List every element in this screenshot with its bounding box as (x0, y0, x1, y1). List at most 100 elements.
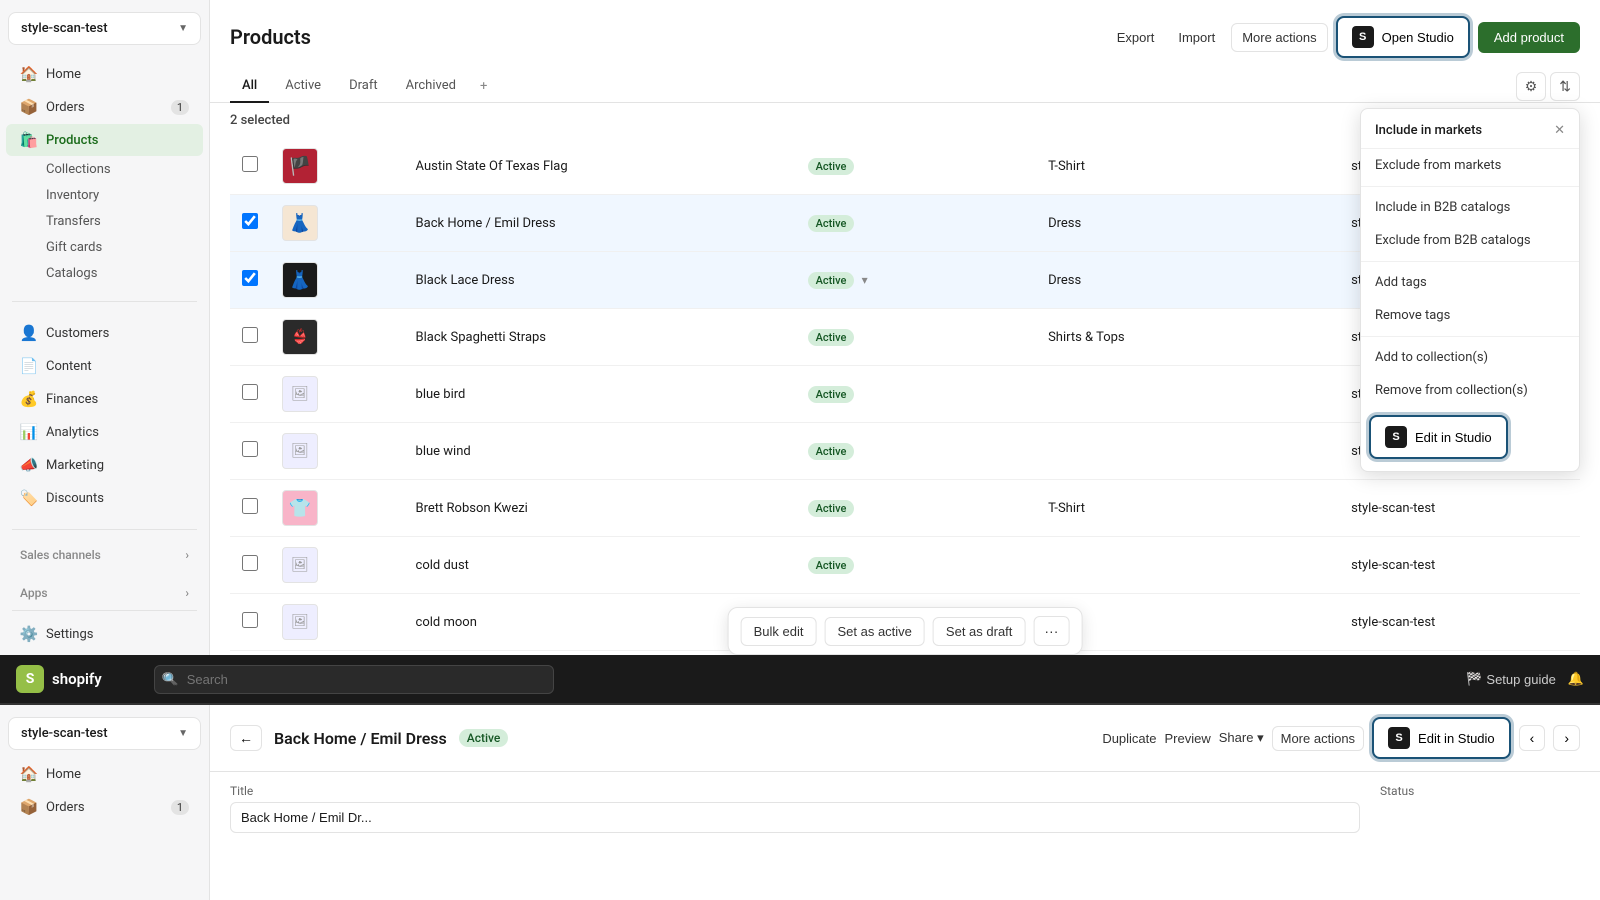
status-dropdown-arrow[interactable]: ▾ (862, 273, 868, 287)
bulk-more-button[interactable]: ··· (1033, 616, 1069, 646)
product-image: 👗 (282, 262, 318, 298)
product-name[interactable]: blue wind (416, 444, 471, 459)
open-studio-button[interactable]: S Open Studio (1336, 16, 1470, 58)
edit-in-studio-button[interactable]: S Edit in Studio (1369, 415, 1508, 459)
set-draft-button[interactable]: Set as draft (933, 617, 1025, 646)
add-tab-button[interactable]: + (472, 71, 495, 102)
sidebar-item-settings[interactable]: ⚙️ Settings (6, 618, 203, 650)
more-actions-button[interactable]: More actions (1231, 23, 1327, 52)
prev-product-button[interactable]: ‹ (1519, 725, 1546, 751)
dropdown-item-remove-collection[interactable]: Remove from collection(s) (1361, 374, 1579, 407)
dropdown-item-include-b2b[interactable]: Include in B2B catalogs (1361, 191, 1579, 224)
product-name[interactable]: Austin State Of Texas Flag (416, 159, 568, 174)
title-input[interactable] (230, 802, 1360, 833)
import-button[interactable]: Import (1170, 24, 1223, 51)
sidebar-item-transfers[interactable]: Transfers (6, 209, 203, 234)
back-button[interactable]: ← (230, 725, 262, 751)
notifications-button[interactable]: 🔔 (1568, 671, 1584, 687)
add-product-button[interactable]: Add product (1478, 22, 1580, 53)
dropdown-item-add-collection[interactable]: Add to collection(s) (1361, 341, 1579, 374)
store-selector-bottom[interactable]: style-scan-test ▼ (8, 717, 201, 750)
row-checkbox[interactable] (242, 555, 258, 571)
store-selector[interactable]: style-scan-test ▼ (8, 12, 201, 45)
sidebar-item-customers[interactable]: 👤 Customers (6, 317, 203, 349)
row-checkbox[interactable] (242, 213, 258, 229)
chevron-down-icon: ▾ (1257, 730, 1264, 745)
title-label: Title (230, 784, 1360, 798)
product-name[interactable]: Brett Robson Kwezi (416, 501, 528, 516)
sidebar-item-orders[interactable]: 📦 Orders 1 (6, 91, 203, 123)
studio-icon: S (1388, 727, 1410, 749)
product-name[interactable]: cold dust (416, 558, 469, 573)
more-actions-detail-button[interactable]: More actions (1272, 726, 1364, 751)
catalogs-label: Catalogs (46, 266, 97, 281)
tab-archived[interactable]: Archived (394, 70, 468, 103)
dropdown-divider (1361, 336, 1579, 337)
dropdown-item-exclude-markets[interactable]: Exclude from markets (1361, 149, 1579, 182)
tab-draft[interactable]: Draft (337, 70, 390, 103)
product-name[interactable]: Black Spaghetti Straps (416, 330, 547, 345)
sidebar-item-collections[interactable]: Collections (6, 157, 203, 182)
product-name[interactable]: Back Home / Emil Dress (416, 216, 556, 231)
sidebar: style-scan-test ▼ 🏠 Home 📦 Orders 1 🛍️ P… (0, 0, 210, 655)
sort-button[interactable]: ⇅ (1550, 72, 1580, 101)
secondary-nav: 👤 Customers 📄 Content 💰 Finances 📊 Analy… (0, 308, 209, 523)
sidebar-item-inventory[interactable]: Inventory (6, 183, 203, 208)
set-active-button[interactable]: Set as active (824, 617, 924, 646)
dropdown-item-remove-tags[interactable]: Remove tags (1361, 299, 1579, 332)
product-name[interactable]: blue bird (416, 387, 466, 402)
gift-cards-label: Gift cards (46, 240, 102, 255)
discounts-icon: 🏷️ (20, 489, 38, 507)
next-product-button[interactable]: › (1553, 725, 1580, 751)
product-image: 🏴 (282, 148, 318, 184)
studio-icon: S (1385, 426, 1407, 448)
sidebar-item-home[interactable]: 🏠 Home (6, 58, 203, 90)
bulk-edit-button[interactable]: Bulk edit (741, 617, 817, 646)
sidebar-item-label: Orders (46, 800, 85, 815)
row-checkbox[interactable] (242, 384, 258, 400)
sidebar-item-label: Orders (46, 100, 85, 115)
bottom-sidebar-orders[interactable]: 📦 Orders 1 (6, 791, 203, 823)
row-checkbox[interactable] (242, 441, 258, 457)
apps-label[interactable]: Apps › (6, 578, 203, 604)
product-name[interactable]: Black Lace Dress (416, 273, 515, 288)
row-checkbox[interactable] (242, 270, 258, 286)
sidebar-item-finances[interactable]: 💰 Finances (6, 383, 203, 415)
sidebar-item-products[interactable]: 🛍️ Products (6, 124, 203, 156)
row-checkbox[interactable] (242, 156, 258, 172)
filter-button[interactable]: ⚙ (1516, 72, 1547, 101)
dropdown-item-exclude-b2b[interactable]: Exclude from B2B catalogs (1361, 224, 1579, 257)
search-icon: 🔍 (164, 672, 179, 686)
setup-guide-button[interactable]: 🏁 Setup guide (1466, 671, 1556, 687)
shopify-actions: 🏁 Setup guide 🔔 (1466, 671, 1584, 687)
sidebar-item-gift-cards[interactable]: Gift cards (6, 235, 203, 260)
status-badge: Active (808, 215, 855, 232)
row-checkbox[interactable] (242, 327, 258, 343)
bottom-sidebar-home[interactable]: 🏠 Home (6, 758, 203, 790)
export-button[interactable]: Export (1109, 24, 1163, 51)
product-name[interactable]: cold moon (416, 615, 477, 630)
table-row: 🖼 cold dust Active style-scan-test (230, 537, 1580, 594)
tab-active[interactable]: Active (273, 70, 333, 103)
shopify-search-wrapper: 🔍 (154, 665, 554, 694)
dropdown-item-add-tags[interactable]: Add tags (1361, 266, 1579, 299)
tab-all[interactable]: All (230, 70, 269, 103)
product-image: 🖼 (282, 376, 318, 412)
vendor: style-scan-test (1351, 558, 1435, 573)
row-checkbox[interactable] (242, 612, 258, 628)
close-icon[interactable]: ✕ (1554, 123, 1565, 138)
sidebar-item-catalogs[interactable]: Catalogs (6, 261, 203, 286)
sidebar-item-analytics[interactable]: 📊 Analytics (6, 416, 203, 448)
sales-channels-label[interactable]: Sales channels › (6, 540, 203, 566)
sidebar-item-discounts[interactable]: 🏷️ Discounts (6, 482, 203, 514)
share-button[interactable]: Share ▾ (1219, 730, 1264, 746)
sidebar-item-label: Home (46, 767, 81, 782)
duplicate-button[interactable]: Duplicate (1102, 731, 1156, 746)
sidebar-item-content[interactable]: 📄 Content (6, 350, 203, 382)
edit-in-studio-bottom-button[interactable]: S Edit in Studio (1372, 717, 1511, 759)
row-checkbox[interactable] (242, 498, 258, 514)
preview-button[interactable]: Preview (1165, 731, 1211, 746)
shopify-search-input[interactable] (154, 665, 554, 694)
sidebar-item-marketing[interactable]: 📣 Marketing (6, 449, 203, 481)
home-icon: 🏠 (20, 765, 38, 783)
